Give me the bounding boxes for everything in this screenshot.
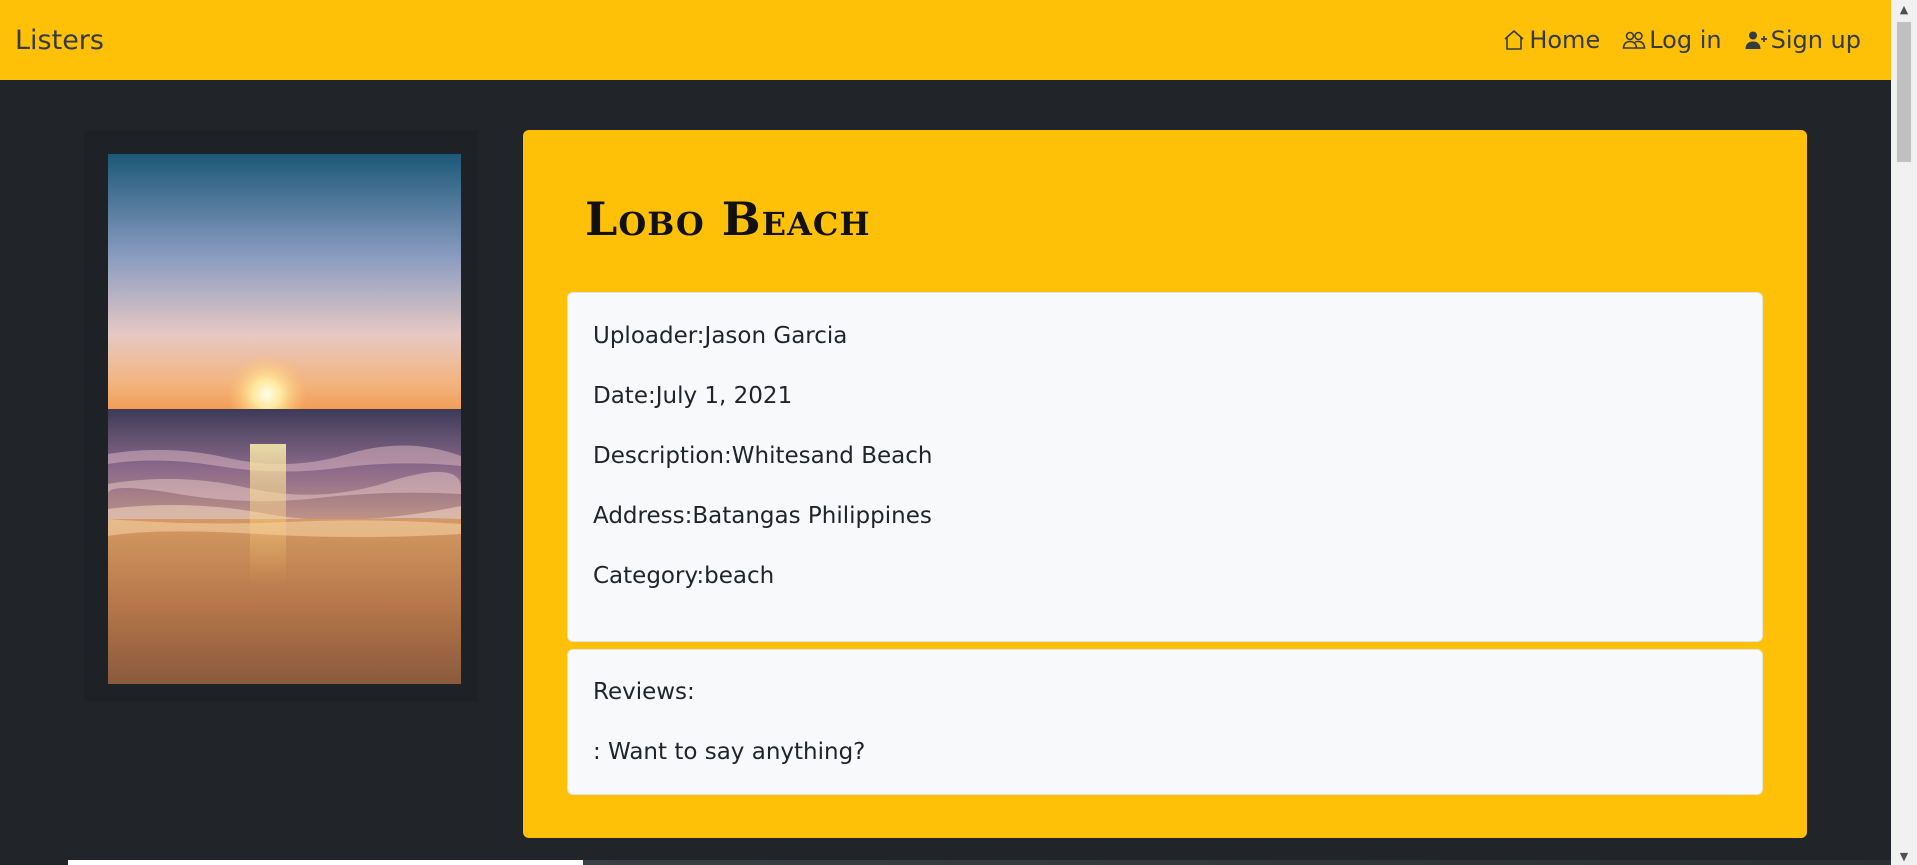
scroll-thumb[interactable] bbox=[1897, 22, 1911, 162]
uploader-field: Uploader:Jason Garcia bbox=[593, 321, 1737, 381]
category-field: Category:beach bbox=[593, 561, 1737, 621]
description-label: Description: bbox=[593, 443, 732, 469]
listing-image-frame bbox=[84, 130, 478, 702]
brand-logo[interactable]: Listers bbox=[15, 25, 104, 56]
description-value: Whitesand Beach bbox=[731, 443, 933, 469]
description-field: Description:Whitesand Beach bbox=[593, 441, 1737, 501]
nav-signup-link[interactable]: Sign up bbox=[1744, 26, 1861, 54]
review-prompt[interactable]: : Want to say anything? bbox=[593, 737, 1737, 797]
date-label: Date: bbox=[593, 383, 656, 409]
listing-panel: Lobo Beach Uploader:Jason Garcia Date:Ju… bbox=[523, 130, 1807, 838]
uploader-value: Jason Garcia bbox=[704, 323, 848, 349]
category-label: Category: bbox=[593, 563, 705, 589]
date-value: July 1, 2021 bbox=[655, 383, 793, 409]
next-section-edge bbox=[68, 860, 1891, 865]
nav-login-link[interactable]: Log in bbox=[1622, 26, 1722, 54]
listing-title: Lobo Beach bbox=[585, 192, 871, 246]
listing-details-card: Uploader:Jason Garcia Date:July 1, 2021 … bbox=[567, 292, 1763, 642]
nav-login-label: Log in bbox=[1649, 26, 1722, 54]
home-icon bbox=[1504, 30, 1524, 50]
person-plus-icon bbox=[1745, 31, 1767, 49]
address-field: Address:Batangas Philippines bbox=[593, 501, 1737, 561]
beach-sunset-photo bbox=[108, 154, 461, 684]
nav-home-label: Home bbox=[1529, 26, 1601, 54]
scroll-up-arrow-icon[interactable]: ▲ bbox=[1891, 0, 1917, 18]
date-field: Date:July 1, 2021 bbox=[593, 381, 1737, 441]
address-value: Batangas Philippines bbox=[692, 503, 932, 529]
nav-signup-label: Sign up bbox=[1770, 26, 1861, 54]
address-label: Address: bbox=[593, 503, 693, 529]
people-icon bbox=[1622, 31, 1646, 49]
nav-home-link[interactable]: Home bbox=[1502, 26, 1600, 54]
reviews-card: Reviews: : Want to say anything? bbox=[567, 649, 1763, 795]
scroll-down-arrow-icon[interactable]: ▼ bbox=[1891, 847, 1917, 865]
scrollbar[interactable]: ▲ ▼ bbox=[1891, 0, 1917, 865]
reviews-label: Reviews: bbox=[593, 679, 695, 705]
nav-links: Home Log in Sign up bbox=[1502, 26, 1861, 54]
uploader-label: Uploader: bbox=[593, 323, 705, 349]
category-value: beach bbox=[704, 563, 775, 589]
navbar: Listers Home Log in Sign up bbox=[0, 0, 1891, 80]
